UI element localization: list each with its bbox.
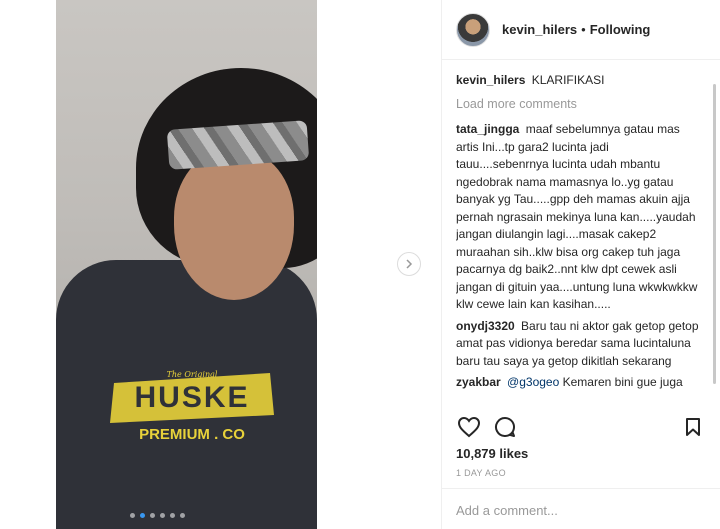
- author-username[interactable]: kevin_hilers: [502, 22, 577, 37]
- carousel-dot: [130, 513, 135, 518]
- header-separator: •: [581, 22, 586, 37]
- comment-username[interactable]: tata_jingga: [456, 122, 519, 136]
- carousel-dot: [170, 513, 175, 518]
- post-header: kevin_hilers • Following: [442, 0, 720, 60]
- save-post-button[interactable]: [680, 414, 706, 440]
- post-timestamp[interactable]: 1 DAY AGO: [456, 468, 506, 478]
- add-comment-input[interactable]: Add a comment...: [442, 488, 720, 529]
- comment-text: maaf sebelumnya gatau mas artis Ini...tp…: [456, 122, 698, 311]
- like-button[interactable]: [456, 414, 482, 440]
- comment-button[interactable]: [492, 414, 518, 440]
- comments-scrollbar[interactable]: [713, 84, 716, 384]
- post-actions: [456, 414, 706, 440]
- carousel-dot: [160, 513, 165, 518]
- comment-item: tata_jingga maaf sebelumnya gatau mas ar…: [456, 121, 702, 314]
- comment-text: Kemaren bini gue juga: [562, 375, 683, 389]
- caption-username[interactable]: kevin_hilers: [456, 73, 525, 87]
- bookmark-icon: [686, 418, 700, 436]
- carousel-dot: [150, 513, 155, 518]
- author-avatar[interactable]: [456, 12, 490, 47]
- comment-username[interactable]: zyakbar: [456, 375, 501, 389]
- carousel-indicator: [130, 513, 185, 518]
- post-details-panel: kevin_hilers • Following kevin_hilers KL…: [441, 0, 720, 529]
- comment-mention[interactable]: @g3ogeo: [507, 375, 559, 389]
- load-more-comments-button[interactable]: Load more comments: [456, 96, 702, 114]
- print-brand: HUSKE: [134, 381, 249, 414]
- print-line1: The Original: [167, 370, 218, 379]
- post-photo[interactable]: The Original HUSKE PREMIUM . CO: [56, 0, 317, 529]
- likes-count[interactable]: 10,879 likes: [456, 446, 528, 461]
- print-line2: PREMIUM . CO: [139, 426, 245, 443]
- following-button[interactable]: Following: [590, 22, 651, 37]
- comment-icon: [495, 417, 516, 437]
- comment-username[interactable]: onydj3320: [456, 319, 515, 333]
- comment-item: onydj3320 Baru tau ni aktor gak getop ge…: [456, 318, 702, 371]
- comment-item: zyakbar @g3ogeo Kemaren bini gue juga: [456, 374, 702, 392]
- post-media: The Original HUSKE PREMIUM . CO: [0, 0, 441, 529]
- comments-list: kevin_hilers KLARIFIKASI Load more comme…: [456, 72, 702, 408]
- chevron-right-icon: [406, 259, 413, 269]
- carousel-dot: [140, 513, 145, 518]
- photo-face: [174, 150, 294, 300]
- hoodie-print: The Original HUSKE PREMIUM . CO: [104, 365, 280, 445]
- post-caption: kevin_hilers KLARIFIKASI: [456, 72, 702, 90]
- caption-text: KLARIFIKASI: [531, 73, 605, 87]
- heart-icon: [457, 416, 481, 438]
- carousel-dot: [180, 513, 185, 518]
- next-slide-button[interactable]: [397, 252, 421, 276]
